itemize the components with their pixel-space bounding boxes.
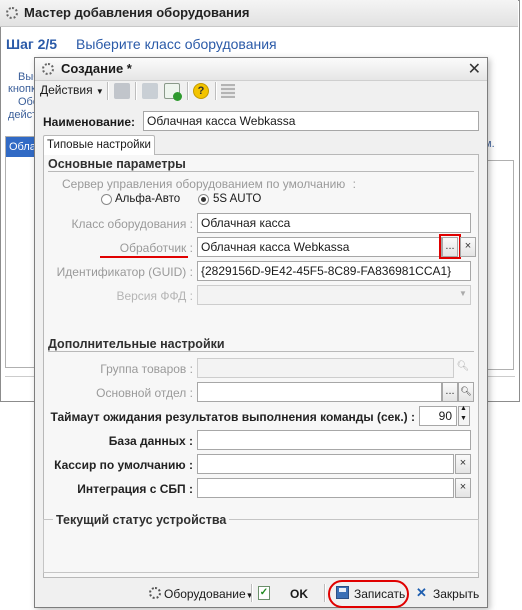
copy-icon[interactable] (114, 83, 130, 99)
timeout-stepper[interactable]: ▲ ▼ (458, 405, 470, 426)
radio-alfa-auto[interactable] (101, 194, 112, 205)
handler-field[interactable]: Облачная касса Webkassa (197, 237, 442, 257)
section-divider (48, 351, 474, 352)
device-status-heading: Текущий статус устройства (53, 513, 230, 527)
timeout-field[interactable]: 90 (419, 406, 457, 426)
goods-group-label: Группа товаров : (100, 362, 193, 376)
add-document-icon[interactable] (164, 83, 182, 101)
close-icon: ✕ (416, 585, 427, 600)
device-status-group (43, 519, 479, 573)
search-icon[interactable]: 🔍︎ (454, 358, 472, 378)
class-field[interactable]: Облачная касса (197, 213, 471, 233)
db-field[interactable] (197, 430, 471, 450)
cashier-field[interactable] (197, 454, 454, 474)
clear-handler-button[interactable]: × (460, 237, 476, 257)
tab-standard-settings[interactable]: Типовые настройки (43, 135, 155, 155)
toolbar-separator (107, 82, 109, 100)
close-icon[interactable]: ✕ (468, 59, 481, 79)
floppy-disk-icon (336, 586, 349, 599)
list-icon[interactable] (221, 84, 235, 98)
chevron-up-icon[interactable]: ▲ (460, 405, 467, 412)
section-divider (48, 171, 474, 172)
handler-underline (100, 256, 188, 258)
refresh-icon[interactable] (142, 83, 158, 99)
wizard-title-bar: Мастер добавления оборудования (0, 0, 518, 27)
cashier-label: Кассир по умолчанию : (54, 458, 193, 472)
gear-icon (42, 63, 54, 75)
dialog-title-bar: Создание * ✕ (35, 58, 487, 81)
toolbar-separator (324, 584, 326, 602)
timeout-label: Таймаут ожидания результатов выполнения … (50, 410, 415, 424)
main-params-heading: Основные параметры (48, 157, 186, 171)
ok-button[interactable]: OK (290, 587, 308, 601)
wizard-text-fragment: дейст (8, 109, 38, 121)
radio-5s-auto[interactable] (198, 194, 209, 205)
wizard-step-number: Шаг 2/5 (6, 36, 58, 52)
toolbar-separator (251, 584, 253, 602)
select-handler-highlight (439, 234, 461, 259)
name-field[interactable]: Облачная касса Webkassa (143, 111, 479, 131)
wizard-text-fragment: кнопк (8, 83, 36, 95)
actions-menu-button[interactable]: Действия ▼ (40, 83, 104, 97)
server-label: Сервер управления оборудованием по умолч… (62, 177, 356, 191)
save-button[interactable]: Записать (354, 587, 405, 601)
search-icon[interactable]: 🔍︎ (458, 382, 474, 402)
actions-menu-label: Действия (40, 83, 93, 97)
gear-icon (149, 587, 161, 599)
db-label: База данных : (108, 434, 193, 448)
chevron-down-icon[interactable]: ▼ (460, 415, 467, 422)
toolbar-separator (135, 82, 137, 100)
radio-5s-auto-label: 5S AUTO (213, 193, 262, 205)
close-button[interactable]: Закрыть (433, 587, 479, 601)
select-dept-button[interactable]: ... (442, 382, 458, 402)
sbp-label: Интеграция с СБП : (77, 482, 193, 496)
guid-field[interactable]: {2829156D-9E42-45F5-8C89-FA836981CCA1} (197, 261, 471, 281)
handler-label: Обработчик : (119, 241, 193, 255)
chevron-down-icon: ▼ (95, 87, 104, 96)
dialog-title: Создание * (61, 61, 132, 76)
sbp-field[interactable] (197, 478, 454, 498)
extra-settings-heading: Дополнительные настройки (48, 337, 225, 351)
dept-field[interactable] (197, 382, 442, 402)
equipment-menu-button[interactable]: Оборудование▼ (164, 587, 254, 601)
post-document-icon[interactable]: ✓ (258, 586, 270, 600)
wizard-step-title: Выберите класс оборудования (76, 36, 277, 52)
goods-group-field[interactable] (197, 358, 454, 378)
equipment-menu-label: Оборудование (164, 587, 246, 601)
radio-alfa-auto-label: Альфа-Авто (115, 193, 181, 205)
wizard-title: Мастер добавления оборудования (24, 5, 250, 20)
help-icon[interactable]: ? (193, 83, 209, 99)
clear-cashier-button[interactable]: × (455, 454, 471, 474)
class-label: Класс оборудования : (71, 217, 193, 231)
name-label: Наименование: (43, 115, 136, 129)
wizard-right-panel (484, 160, 514, 370)
clear-sbp-button[interactable]: × (455, 478, 471, 498)
guid-label: Идентификатор (GUID) : (56, 265, 193, 279)
ffd-select[interactable] (197, 285, 471, 305)
chevron-down-icon: ▼ (459, 289, 467, 298)
toolbar-separator (187, 82, 189, 100)
dept-label: Основной отдел : (96, 386, 193, 400)
ffd-label: Версия ФФД : (116, 289, 193, 303)
gear-icon (6, 7, 18, 19)
toolbar-separator (215, 82, 217, 100)
